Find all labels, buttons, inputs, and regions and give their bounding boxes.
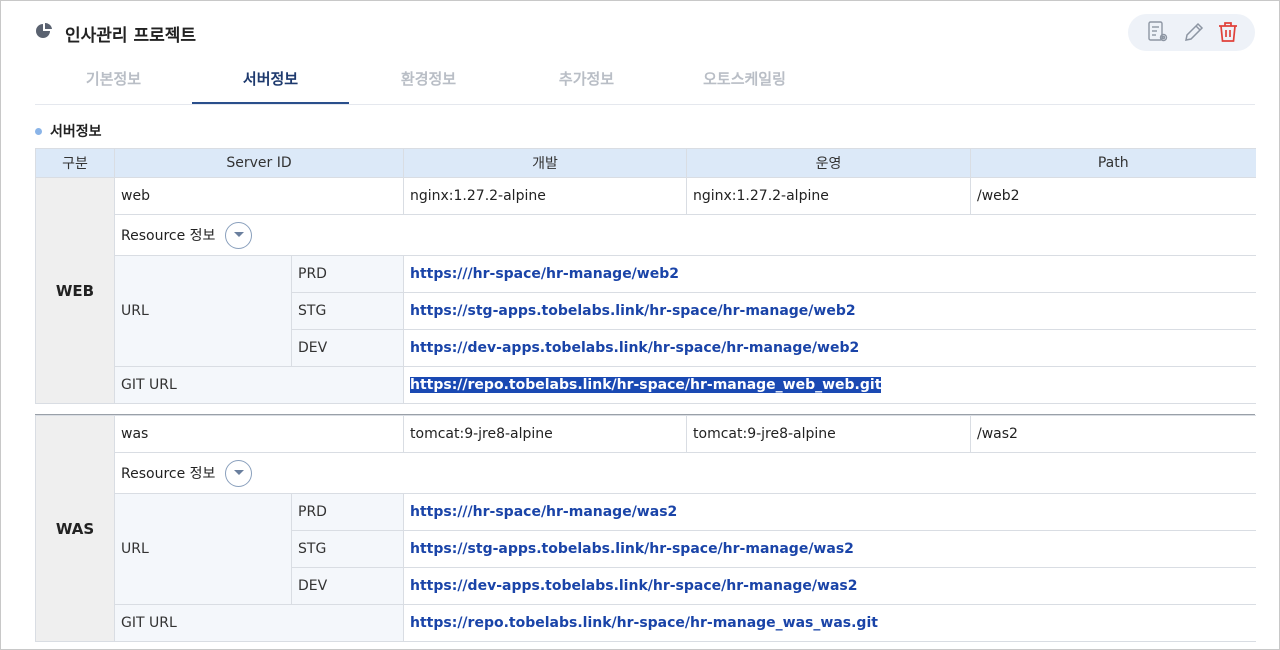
resource-info-label: Resource 정보 xyxy=(121,228,216,244)
pencil-icon[interactable] xyxy=(1182,20,1206,44)
env-label-prd: PRD xyxy=(290,493,405,531)
header-dev: 개발 xyxy=(403,148,687,178)
url-link-stg[interactable]: https://stg-apps.tobelabs.link/hr-space/… xyxy=(410,303,856,319)
env-label-stg: STG xyxy=(291,292,404,330)
url-cell: https:///hr-space/hr-manage/web2 xyxy=(403,255,1256,293)
table-row: GIT URL https://repo.tobelabs.link/hr-sp… xyxy=(36,366,1256,404)
env-label-dev: DEV xyxy=(291,329,404,367)
table-row: WEB web nginx:1.27.2-alpine nginx:1.27.2… xyxy=(35,177,1256,404)
table-row: Resource 정보 xyxy=(36,214,1256,256)
url-cell: https://dev-apps.tobelabs.link/hr-space/… xyxy=(403,567,1256,605)
prod-image-cell: nginx:1.27.2-alpine xyxy=(686,177,971,215)
path-cell: /web2 xyxy=(970,177,1256,215)
url-label: URL xyxy=(114,493,292,605)
git-url-link[interactable]: https://repo.tobelabs.link/hr-space/hr-m… xyxy=(410,377,882,393)
git-url-label: GIT URL xyxy=(113,604,405,642)
server-id-cell: web xyxy=(114,177,404,215)
url-cell: https://dev-apps.tobelabs.link/hr-space/… xyxy=(403,329,1256,367)
git-url-label: GIT URL xyxy=(114,366,404,404)
url-link-prd[interactable]: https:///hr-space/hr-manage/web2 xyxy=(410,266,679,282)
url-cell: https://stg-apps.tobelabs.link/hr-space/… xyxy=(403,292,1256,330)
table-header-row: 구분 Server ID 개발 운영 Path xyxy=(35,148,1256,178)
bullet-dot xyxy=(35,127,42,135)
table-row: URL PRD https:///hr-space/hr-manage/was2 xyxy=(36,493,1256,605)
git-url-link[interactable]: https://repo.tobelabs.link/hr-space/hr-m… xyxy=(410,615,878,631)
url-label: URL xyxy=(114,255,292,367)
config-doc-icon[interactable] xyxy=(1146,20,1170,44)
tab-basic-info[interactable]: 기본정보 xyxy=(35,56,192,102)
dev-image-cell: tomcat:9-jre8-alpine xyxy=(403,415,688,453)
project-title: 인사관리 프로젝트 xyxy=(65,25,197,46)
tab-autoscaling[interactable]: 오토스케일링 xyxy=(666,56,823,102)
server-id-cell: was xyxy=(113,415,405,453)
tab-extra-info[interactable]: 추가정보 xyxy=(508,56,665,102)
path-cell: /was2 xyxy=(970,415,1256,453)
group-label-web: WEB xyxy=(35,177,115,404)
chevron-down-icon[interactable] xyxy=(225,221,253,249)
chevron-down-icon[interactable] xyxy=(225,459,253,487)
table-row: Resource 정보 xyxy=(36,452,1256,494)
header-prod: 운영 xyxy=(686,148,971,178)
url-link-stg[interactable]: https://stg-apps.tobelabs.link/hr-space/… xyxy=(410,541,854,557)
url-link-prd[interactable]: https:///hr-space/hr-manage/was2 xyxy=(410,504,677,520)
resource-info-cell: Resource 정보 xyxy=(113,452,1256,494)
url-link-dev[interactable]: https://dev-apps.tobelabs.link/hr-space/… xyxy=(410,340,859,356)
url-link-dev[interactable]: https://dev-apps.tobelabs.link/hr-space/… xyxy=(410,578,857,594)
header-server-id: Server ID xyxy=(114,148,404,178)
web-server-table: 구분 Server ID 개발 운영 Path WEB web nginx:1.… xyxy=(35,148,1256,404)
table-row: GIT URL https://repo.tobelabs.link/hr-sp… xyxy=(36,604,1256,642)
prod-image-cell: tomcat:9-jre8-alpine xyxy=(686,415,972,453)
env-label-dev: DEV xyxy=(290,567,405,605)
url-cell: https:///hr-space/hr-manage/was2 xyxy=(403,493,1256,531)
group-label-was: WAS xyxy=(35,415,115,642)
table-row: URL PRD https:///hr-space/hr-manage/web2 xyxy=(36,255,1256,367)
resource-info-label: Resource 정보 xyxy=(121,466,216,482)
dev-image-cell: nginx:1.27.2-alpine xyxy=(403,177,687,215)
header-path: Path xyxy=(970,148,1256,178)
env-label-stg: STG xyxy=(290,530,405,568)
pie-chart-icon xyxy=(35,22,53,45)
env-label-prd: PRD xyxy=(291,255,404,293)
header-category: 구분 xyxy=(35,148,115,178)
url-cell: https://stg-apps.tobelabs.link/hr-space/… xyxy=(403,530,1256,568)
trash-icon[interactable] xyxy=(1216,20,1240,44)
tab-bar: 기본정보 서버정보 환경정보 추가정보 오토스케일링 xyxy=(35,56,1255,105)
page-title: 인사관리 프로젝트 xyxy=(35,21,197,46)
section-title: 서버정보 xyxy=(35,121,102,141)
tab-server-info[interactable]: 서버정보 xyxy=(192,56,349,104)
git-url-cell: https://repo.tobelabs.link/hr-space/hr-m… xyxy=(403,366,1256,404)
was-server-table: WAS was tomcat:9-jre8-alpine tomcat:9-jr… xyxy=(35,415,1256,642)
tab-env-info[interactable]: 환경정보 xyxy=(350,56,507,102)
panel: 인사관리 프로젝트 기본정보 서버정보 환경정보 추가정보 오토스케일링 서버정… xyxy=(0,0,1280,650)
table-row: WAS was tomcat:9-jre8-alpine tomcat:9-jr… xyxy=(35,415,1256,642)
resource-info-cell: Resource 정보 xyxy=(114,214,1256,256)
git-url-cell: https://repo.tobelabs.link/hr-space/hr-m… xyxy=(403,604,1256,642)
action-toolbar xyxy=(1128,14,1255,51)
